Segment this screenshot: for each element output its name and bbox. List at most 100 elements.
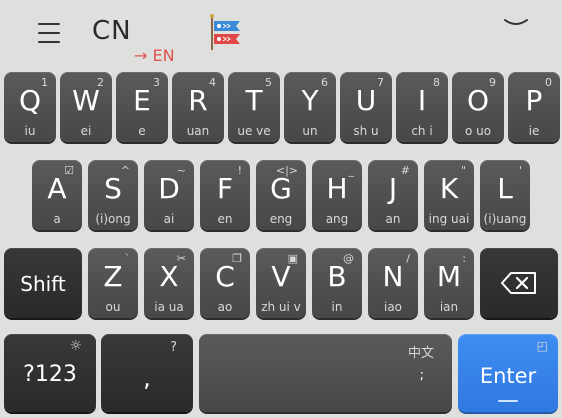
key-pinyin-hint: (i)uang <box>483 212 527 226</box>
key-pinyin-hint: ia ua <box>154 300 184 314</box>
key-letter: O <box>466 84 490 117</box>
enter-key[interactable]: ◰ Enter <box>458 334 558 412</box>
key-pinyin-hint: ao <box>217 300 233 314</box>
key-s[interactable]: ^ S (i)ong <box>88 160 138 230</box>
key-h[interactable]: _ Hang <box>312 160 362 230</box>
key-n[interactable]: / Niao <box>368 248 418 318</box>
key-letter: B <box>327 260 347 293</box>
key-i[interactable]: 8 Ich i <box>396 72 448 142</box>
space-key-language-label: 中文 <box>407 346 434 361</box>
language-switch-hint: → EN <box>134 46 175 65</box>
comma-key[interactable]: ? , <box>101 334 193 412</box>
key-l[interactable]: ' L (i)uang <box>480 160 530 230</box>
key-b[interactable]: @ Bin <box>312 248 362 318</box>
backspace-key[interactable] <box>480 248 558 318</box>
enter-key-corner-icon: ◰ <box>536 339 548 353</box>
comma-label: , <box>143 364 151 392</box>
key-letter: T <box>245 84 263 117</box>
key-pinyin-hint: o uo <box>464 124 492 138</box>
key-pinyin-hint: e <box>138 124 146 138</box>
key-pinyin-hint: ch i <box>411 124 433 138</box>
comma-key-secondary: ? <box>170 340 177 355</box>
key-x[interactable]: ✂ Xia ua <box>144 248 194 318</box>
key-q[interactable]: 1 Qiu <box>4 72 56 142</box>
chevron-down-icon[interactable] <box>503 16 529 30</box>
enter-underline <box>498 400 518 402</box>
key-letter: R <box>188 84 208 117</box>
key-pinyin-hint: an <box>385 212 401 226</box>
key-v[interactable]: ▣ Vzh ui v <box>256 248 306 318</box>
numbers-label: ?123 <box>23 362 77 387</box>
key-m[interactable]: : Mian <box>424 248 474 318</box>
key-letter: I <box>417 84 427 117</box>
key-letter: C <box>215 260 235 293</box>
key-pinyin-hint: eng <box>269 212 293 226</box>
key-letter: P <box>525 84 543 117</box>
key-p[interactable]: 0 Pie <box>508 72 560 142</box>
koinobori-flag-icon[interactable] <box>206 14 246 52</box>
key-pinyin-hint: ian <box>439 300 459 314</box>
key-pinyin-hint: in <box>331 300 343 314</box>
key-f[interactable]: ! Fen <box>200 160 250 230</box>
key-letter: W <box>72 84 100 117</box>
key-letter: M <box>436 260 462 293</box>
key-pinyin-hint: ai <box>163 212 175 226</box>
key-j[interactable]: # Jan <box>368 160 418 230</box>
key-o[interactable]: 9Oo uo <box>452 72 504 142</box>
key-pinyin-hint: ing uai <box>428 212 470 226</box>
key-pinyin-hint: uan <box>186 124 210 138</box>
key-w[interactable]: 2 Wei <box>60 72 112 142</box>
key-r[interactable]: 4 Ruan <box>172 72 224 142</box>
key-letter: A <box>47 172 67 205</box>
key-letter: G <box>270 172 292 205</box>
key-pinyin-hint: ue ve <box>237 124 271 138</box>
shift-key[interactable]: Shift <box>4 248 82 318</box>
key-t[interactable]: 5 Tue ve <box>228 72 280 142</box>
key-d[interactable]: ~ Dai <box>144 160 194 230</box>
key-pinyin-hint: ie <box>528 124 540 138</box>
key-letter: N <box>382 260 404 293</box>
key-k[interactable]: " King uai <box>424 160 474 230</box>
key-letter: V <box>271 260 291 293</box>
key-letter: F <box>216 172 234 205</box>
key-letter: Y <box>301 84 319 117</box>
hamburger-menu-icon[interactable] <box>38 23 60 43</box>
key-pinyin-hint: ei <box>80 124 92 138</box>
key-pinyin-hint: iu <box>24 124 36 138</box>
key-pinyin-hint: ou <box>105 300 121 314</box>
key-letter: J <box>388 172 398 205</box>
shift-label: Shift <box>20 272 66 296</box>
key-letter: Q <box>18 84 42 117</box>
key-letter: L <box>497 172 513 205</box>
key-pinyin-hint: iao <box>383 300 403 314</box>
key-a[interactable]: ☑ Aa <box>32 160 82 230</box>
backspace-icon <box>501 272 536 294</box>
key-pinyin-hint: sh u <box>353 124 379 138</box>
enter-label: Enter <box>479 364 537 388</box>
key-letter: U <box>355 84 377 117</box>
key-letter: X <box>159 260 179 293</box>
space-key[interactable]: 中文 ; <box>199 334 452 412</box>
key-letter: S <box>104 172 122 205</box>
space-key-semicolon: ; <box>419 368 424 383</box>
key-z[interactable]: ` Zou <box>88 248 138 318</box>
keyboard-toolbar: CN → EN <box>0 0 562 68</box>
numbers-key[interactable]: ☼ ?123 <box>4 334 96 412</box>
key-pinyin-hint: (i)ong <box>95 212 131 226</box>
key-pinyin-hint: un <box>302 124 318 138</box>
key-letter: D <box>158 172 180 205</box>
key-pinyin-hint: a <box>53 212 61 226</box>
key-pinyin-hint: zh ui v <box>261 300 301 314</box>
key-pinyin-hint: ang <box>325 212 349 226</box>
key-e[interactable]: 3Ee <box>116 72 168 142</box>
key-u[interactable]: 7 Ush u <box>340 72 392 142</box>
settings-icon: ☼ <box>69 338 82 354</box>
key-pinyin-hint: en <box>217 212 233 226</box>
key-g[interactable]: <|> Geng <box>256 160 306 230</box>
language-indicator[interactable]: CN <box>92 16 132 46</box>
key-letter: E <box>133 84 151 117</box>
key-y[interactable]: 6 Yun <box>284 72 336 142</box>
key-c[interactable]: ❐ Cao <box>200 248 250 318</box>
key-letter: H <box>326 172 348 205</box>
key-letter: Z <box>103 260 123 293</box>
